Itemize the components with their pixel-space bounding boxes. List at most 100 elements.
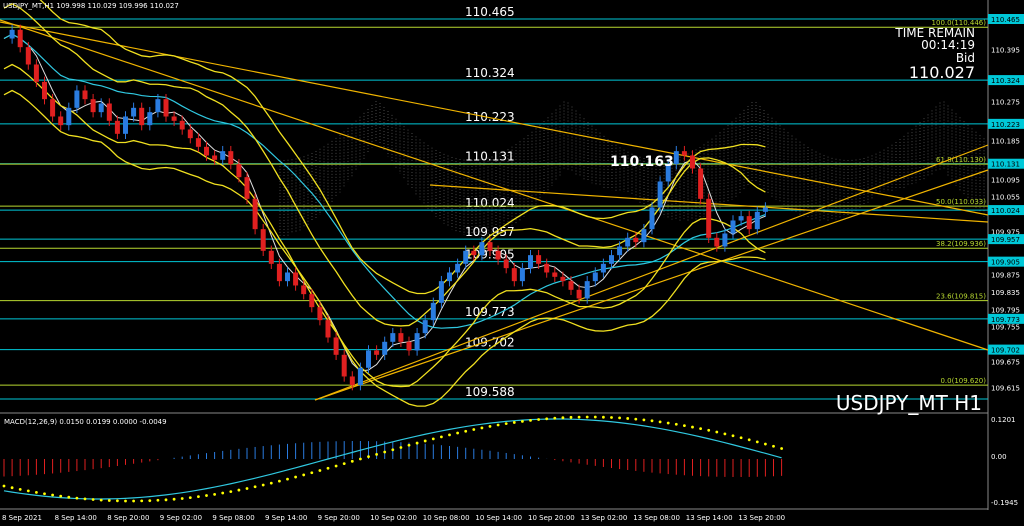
peak-price-label: 110.163: [610, 154, 674, 170]
price-level-label: 110.223: [465, 110, 515, 124]
candle-body: [633, 237, 639, 243]
candle-body: [366, 350, 371, 368]
macd-signal-dot: [691, 425, 694, 429]
price-level-label: 110.024: [465, 196, 515, 210]
macd-signal-dot: [658, 420, 662, 424]
candle-body: [463, 250, 469, 264]
macd-signal-dot: [415, 441, 419, 445]
macd-signal-dot: [59, 494, 63, 498]
bid-value: 110.027: [909, 63, 975, 82]
envelope-upper: [39, 0, 766, 295]
macd-signal-dot: [642, 418, 646, 422]
candle-body: [187, 129, 193, 139]
candle-body: [690, 155, 695, 169]
fib-level-label: 38.2(109.936): [936, 240, 986, 248]
macd-indicator: [2, 415, 783, 503]
fib-level-label: 50.0(110.033): [936, 198, 986, 206]
candle-body: [25, 47, 31, 65]
macd-signal-dot: [383, 450, 387, 454]
candle-body: [252, 198, 258, 230]
candle-body: [447, 272, 452, 282]
macd-label: MACD(12,26,9) 0.0150 0.0199 0.0000 -0.00…: [4, 418, 167, 426]
time-axis-label: 8 Sep 20:00: [107, 514, 149, 522]
price-axis-label: 109.675: [991, 358, 1020, 366]
candle-body: [746, 216, 752, 230]
candle-body: [171, 116, 177, 121]
candle-body: [268, 250, 274, 264]
candle-body: [285, 272, 290, 282]
macd-signal-dot: [172, 497, 176, 501]
candlesticks: [9, 24, 768, 391]
macd-signal-dot: [164, 498, 168, 502]
macd-signal-dot: [772, 444, 775, 448]
price-axis-label: 110.185: [991, 137, 1020, 145]
macd-signal-dot: [674, 422, 678, 426]
price-level-label: 110.324: [465, 66, 515, 80]
candle-body: [568, 281, 574, 290]
time-axis-label: 13 Sep 20:00: [738, 514, 785, 522]
macd-signal-dot: [18, 487, 22, 491]
price-tag-label: 109.773: [991, 316, 1020, 324]
candle-body: [560, 276, 566, 282]
candle-body: [754, 211, 760, 230]
macd-signal-dot: [529, 418, 532, 422]
macd-signal-dot: [269, 481, 273, 485]
candle-body: [422, 320, 428, 334]
macd-signal-dot: [294, 475, 297, 479]
candle-body: [592, 272, 598, 282]
macd-signal-dot: [577, 415, 581, 419]
time-axis-label: 10 Sep 08:00: [423, 514, 470, 522]
macd-signal-dot: [156, 498, 160, 502]
macd-signal-dot: [480, 426, 484, 430]
price-axis-label: 109.875: [991, 272, 1020, 280]
macd-signal-dot: [553, 416, 557, 420]
candle-body: [357, 367, 363, 386]
macd-signal-dot: [310, 471, 314, 475]
macd-axis-label: 0.00: [991, 453, 1007, 461]
macd-signal-dot: [26, 489, 30, 493]
time-axis-label: 8 Sep 2021: [2, 514, 42, 522]
macd-signal-dot: [2, 484, 6, 488]
candle-body: [106, 103, 112, 121]
candle-body: [609, 255, 614, 264]
candle-body: [382, 341, 388, 355]
price-axis-label: 109.835: [991, 289, 1020, 297]
macd-signal-dot: [561, 416, 565, 420]
macd-signal-dot: [318, 469, 322, 472]
time-axis-label: 10 Sep 02:00: [370, 514, 417, 522]
candle-body: [155, 99, 161, 113]
macd-signal-dot: [132, 499, 136, 503]
macd-signal-dot: [205, 494, 208, 497]
candle-body: [649, 207, 655, 230]
price-tag-label: 109.702: [991, 347, 1020, 355]
candle-body: [698, 168, 704, 199]
macd-signal-dot: [537, 418, 540, 421]
macd-signal-dot: [626, 417, 630, 420]
price-level-label: 109.588: [465, 385, 515, 399]
time-axis-label: 13 Sep 08:00: [633, 514, 680, 522]
macd-signal-dot: [253, 485, 257, 489]
macd-signal-dot: [213, 492, 217, 496]
macd-signal-dot: [683, 424, 686, 428]
candle-body: [471, 250, 477, 256]
macd-signal-dot: [431, 437, 435, 441]
candle-body: [398, 333, 404, 342]
macd-signal-dot: [99, 498, 103, 502]
price-chart[interactable]: 110.465 110.324 110.223 110.131 110.024 109.9…: [0, 0, 1024, 526]
macd-signal-dot: [650, 419, 654, 423]
candle-body: [333, 337, 339, 355]
time-axis-label: 13 Sep 14:00: [686, 514, 733, 522]
price-level-label: 110.131: [465, 150, 515, 164]
candle-body: [714, 237, 720, 247]
price-tag-label: 109.957: [991, 236, 1020, 244]
candle-body: [98, 103, 104, 113]
candle-body: [195, 138, 201, 147]
candle-body: [179, 120, 185, 130]
candle-body: [236, 164, 242, 178]
candle-body: [17, 29, 23, 48]
candle-body: [244, 177, 250, 199]
macd-signal-dot: [75, 496, 79, 500]
macd-signal-dot: [634, 417, 638, 421]
time-axis-label: 9 Sep 14:00: [265, 514, 307, 522]
macd-signal-dot: [67, 495, 71, 499]
